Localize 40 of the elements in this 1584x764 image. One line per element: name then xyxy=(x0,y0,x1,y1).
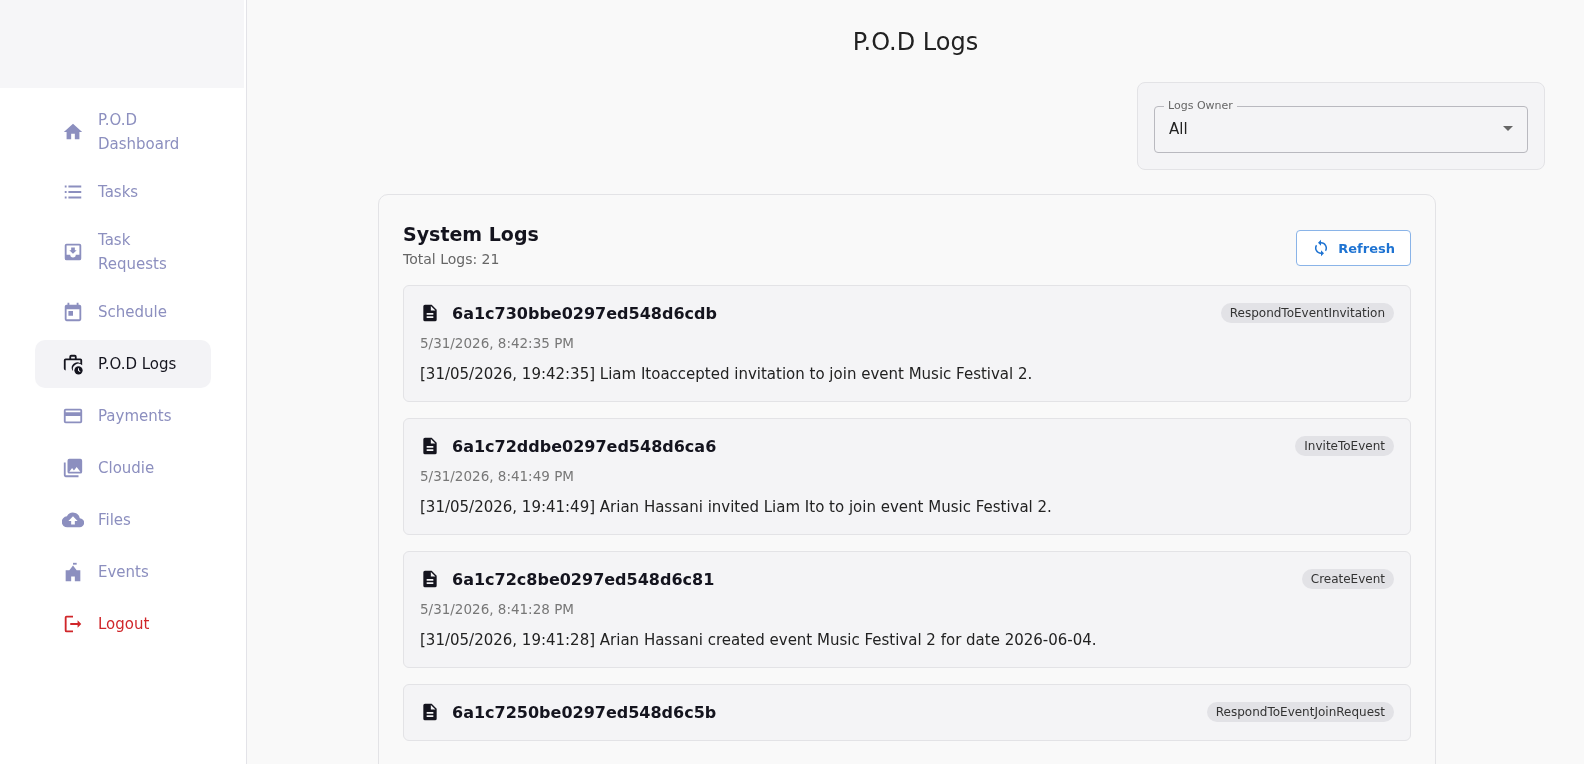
refresh-button[interactable]: Refresh xyxy=(1296,230,1411,266)
inbox-icon xyxy=(62,241,84,263)
log-type-tag: RespondToEventJoinRequest xyxy=(1206,702,1394,722)
document-icon xyxy=(420,702,440,722)
logs-owner-select[interactable]: Logs Owner All xyxy=(1154,99,1528,153)
nav-item[interactable]: P.O.D Logs xyxy=(35,340,211,388)
total-logs: Total Logs: 21 xyxy=(403,251,501,267)
nav-item[interactable]: Payments xyxy=(35,392,211,440)
log-id: 6a1c7250be0297ed548d6c5b xyxy=(452,702,718,722)
page-title: P.O.D Logs xyxy=(852,28,979,56)
calendar-icon xyxy=(62,301,84,323)
log-timestamp: 5/31/2026, 8:41:49 PM xyxy=(420,468,575,484)
log-type-tag: CreateEvent xyxy=(1301,569,1394,589)
field-label: Logs Owner xyxy=(1167,99,1234,113)
log-id: 6a1c730bbe0297ed548d6cdb xyxy=(452,303,718,323)
nav-item[interactable]: Tasks xyxy=(35,168,211,216)
nav-item[interactable]: Schedule xyxy=(35,288,211,336)
log-message: [31/05/2026, 19:42:35] Liam Itoaccepted invitation to join event Music Festival 2. xyxy=(420,365,1034,383)
nav-item[interactable]: Task Requests xyxy=(35,220,211,284)
caret-icon xyxy=(1503,126,1513,131)
document-icon xyxy=(420,436,440,456)
log-timestamp: 5/31/2026, 8:41:28 PM xyxy=(420,601,575,617)
nav-item[interactable]: Cloudie xyxy=(35,444,211,492)
briefcase-clock-icon xyxy=(62,353,84,375)
log-message: [31/05/2026, 19:41:28] Arian Hassani created event Music Festival 2 for date 2026-06-04. xyxy=(420,631,1098,649)
log-id: 6a1c72c8be0297ed548d6c81 xyxy=(452,569,716,589)
log-timestamp: 5/31/2026, 8:42:35 PM xyxy=(420,335,575,351)
log-type-tag: RespondToEventInvitation xyxy=(1220,303,1394,323)
photos-icon xyxy=(62,457,84,479)
card-title: System Logs xyxy=(403,223,539,245)
logout-link[interactable]: Logout xyxy=(35,600,211,648)
nav-item[interactable]: P.O.D Dashboard xyxy=(35,100,211,164)
nav-item[interactable]: Events xyxy=(35,548,211,596)
logout-icon xyxy=(62,613,84,635)
nav-item[interactable]: Files xyxy=(35,496,211,544)
log-message: [31/05/2026, 19:41:49] Arian Hassani invited Liam Ito to join event Music Festival 2. xyxy=(420,498,1053,516)
document-icon xyxy=(420,569,440,589)
log-type-tag: InviteToEvent xyxy=(1295,436,1394,456)
log-id: 6a1c72ddbe0297ed548d6ca6 xyxy=(452,436,718,456)
document-icon xyxy=(420,303,440,323)
